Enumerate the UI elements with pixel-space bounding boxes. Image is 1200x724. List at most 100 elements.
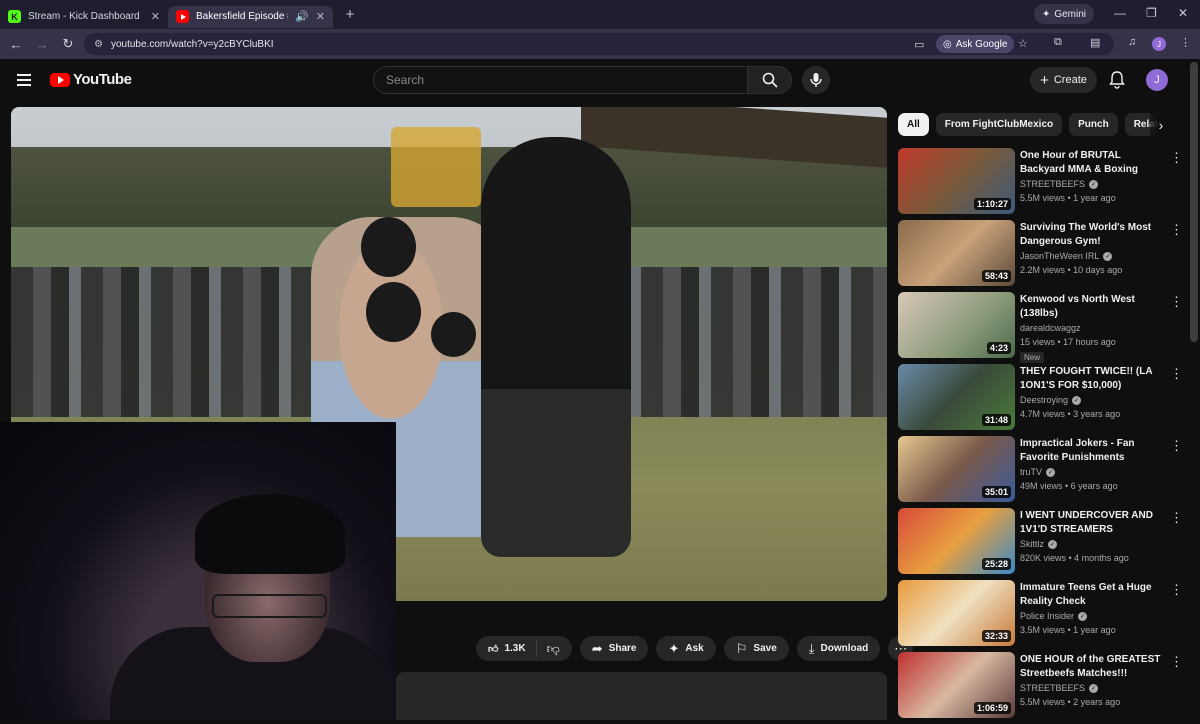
channel-name[interactable]: Police Insider xyxy=(1020,611,1074,621)
channel-name-row: STREETBEEFS ✓ xyxy=(1020,179,1099,189)
share-button[interactable]: ➦ Share xyxy=(579,636,649,661)
search-button[interactable] xyxy=(747,66,792,94)
browser-tab-bar: K Stream - Kick Dashboard ✕ Bakersfield … xyxy=(0,0,1200,29)
browser-profile-avatar[interactable]: J xyxy=(1152,37,1166,51)
chip-all[interactable]: All xyxy=(898,113,929,136)
video-title[interactable]: Immature Teens Get a Huge Reality Check xyxy=(1020,581,1165,609)
url-text[interactable]: youtube.com/watch?v=y2cBYCluBKI xyxy=(111,39,274,50)
youtube-logo[interactable]: YouTube xyxy=(50,71,132,88)
recommendation-item[interactable]: 4:23 Kenwood vs North West (138lbs) dare… xyxy=(898,292,1188,364)
more-options-icon[interactable]: ⋮ xyxy=(1170,294,1183,310)
address-bar[interactable]: ⚙ youtube.com/watch?v=y2cBYCluBKI ▭ ◎ As… xyxy=(84,33,1114,55)
reload-icon[interactable]: ↻ xyxy=(56,36,80,52)
channel-name[interactable]: STREETBEEFS xyxy=(1020,179,1085,189)
search-input[interactable]: Search xyxy=(373,66,748,94)
video-title[interactable]: I WENT UNDERCOVER AND 1V1'D STREAMERS xyxy=(1020,509,1165,537)
cast-icon[interactable]: ▭ xyxy=(914,38,924,51)
video-meta: 820K views • 4 months ago xyxy=(1020,553,1129,563)
close-tab-icon[interactable]: ✕ xyxy=(316,10,325,23)
like-button[interactable]: 👍︎ 1.3K xyxy=(476,640,537,657)
video-title[interactable]: Surviving The World's Most Dangerous Gym… xyxy=(1020,221,1165,249)
video-thumbnail[interactable]: 1:06:59 xyxy=(898,652,1015,718)
video-title[interactable]: One Hour of BRUTAL Backyard MMA & Boxing… xyxy=(1020,149,1165,177)
chip-punch[interactable]: Punch xyxy=(1069,113,1118,136)
save-button[interactable]: ⚐ Save xyxy=(723,636,789,661)
recommendation-item[interactable]: 32:33 Immature Teens Get a Huge Reality … xyxy=(898,580,1188,652)
channel-name[interactable]: JasonTheWeen IRL xyxy=(1020,251,1099,261)
dislike-button[interactable]: 👎︎ xyxy=(537,641,572,657)
more-options-icon[interactable]: ⋮ xyxy=(1170,150,1183,166)
video-duration: 25:28 xyxy=(981,558,1011,570)
more-options-icon[interactable]: ⋮ xyxy=(1170,366,1183,382)
ask-button[interactable]: ✦ Ask xyxy=(656,636,716,661)
video-thumbnail[interactable]: 58:43 xyxy=(898,220,1015,286)
create-button[interactable]: + Create xyxy=(1030,67,1097,93)
video-thumbnail[interactable]: 35:01 xyxy=(898,436,1015,502)
video-thumbnail[interactable]: 1:10:27 xyxy=(898,148,1015,214)
forward-icon[interactable]: → xyxy=(30,37,54,52)
lens-icon: ◎ xyxy=(943,38,952,50)
channel-name[interactable]: STREETBEEFS xyxy=(1020,683,1085,693)
audio-icon[interactable]: 🔊 xyxy=(295,10,309,23)
video-title[interactable]: Kenwood vs North West (138lbs) xyxy=(1020,293,1165,321)
video-thumbnail[interactable]: 31:48 xyxy=(898,364,1015,430)
media-control-icon[interactable]: ♫ xyxy=(1128,36,1136,48)
ask-label: Ask xyxy=(685,643,704,654)
verified-check-icon: ✓ xyxy=(1089,683,1099,693)
channel-name[interactable]: truTV xyxy=(1020,467,1042,477)
channel-name[interactable]: Deestroying xyxy=(1020,395,1068,405)
back-icon[interactable]: ← xyxy=(4,37,28,52)
more-options-icon[interactable]: ⋮ xyxy=(1170,438,1183,454)
minimize-button[interactable]: — xyxy=(1114,6,1126,20)
recommendation-item[interactable]: 1:10:27 One Hour of BRUTAL Backyard MMA … xyxy=(898,148,1188,220)
video-meta: 5.5M views • 2 years ago xyxy=(1020,697,1121,707)
verified-check-icon: ✓ xyxy=(1048,539,1058,549)
close-tab-icon[interactable]: ✕ xyxy=(151,10,160,23)
menu-icon[interactable] xyxy=(17,74,31,89)
chips-next-button[interactable]: › xyxy=(1150,113,1172,136)
video-duration: 1:06:59 xyxy=(973,702,1011,714)
voice-search-button[interactable] xyxy=(802,66,830,94)
extensions-icon[interactable]: ⧉ xyxy=(1054,36,1062,49)
channel-name[interactable]: darealdcwaggz xyxy=(1020,323,1081,333)
chip-from-channel[interactable]: From FightClubMexico xyxy=(935,113,1063,136)
video-thumbnail[interactable]: 4:23 xyxy=(898,292,1015,358)
kick-icon: K xyxy=(8,10,21,23)
more-options-icon[interactable]: ⋮ xyxy=(1170,510,1183,526)
video-title[interactable]: THEY FOUGHT TWICE!! (LA 1ON1'S FOR $10,0… xyxy=(1020,365,1165,393)
account-avatar[interactable]: J xyxy=(1146,69,1168,91)
description-box[interactable] xyxy=(396,672,887,720)
restore-button[interactable]: ❐ xyxy=(1146,6,1157,20)
video-thumbnail[interactable]: 25:28 xyxy=(898,508,1015,574)
gemini-button[interactable]: ✦ Gemini xyxy=(1034,4,1094,24)
recommendation-item[interactable]: 25:28 I WENT UNDERCOVER AND 1V1'D STREAM… xyxy=(898,508,1188,580)
site-info-icon[interactable]: ⚙ xyxy=(94,39,103,50)
notifications-bell-icon[interactable] xyxy=(1109,71,1125,89)
ask-google-button[interactable]: ◎ Ask Google xyxy=(936,35,1015,53)
chevron-right-icon: › xyxy=(1158,116,1164,133)
video-title[interactable]: Impractical Jokers - Fan Favorite Punish… xyxy=(1020,437,1165,465)
tab-kick-dashboard[interactable]: K Stream - Kick Dashboard ✕ xyxy=(0,6,168,28)
close-window-button[interactable]: ✕ xyxy=(1178,6,1188,20)
channel-name-row: Skittlz ✓ xyxy=(1020,539,1058,549)
boxing-glove xyxy=(361,217,416,277)
recommendation-item[interactable]: 58:43 Surviving The World's Most Dangero… xyxy=(898,220,1188,292)
more-options-icon[interactable]: ⋮ xyxy=(1170,582,1183,598)
browser-menu-icon[interactable]: ⋮ xyxy=(1180,36,1191,49)
bookmark-star-icon[interactable]: ☆ xyxy=(1018,37,1028,50)
thumbs-down-icon: 👎︎ xyxy=(546,640,560,656)
page-scrollbar[interactable] xyxy=(1190,62,1198,342)
new-tab-button[interactable]: + xyxy=(339,6,361,23)
recommendation-item[interactable]: 1:06:59 ONE HOUR of the GREATEST Streetb… xyxy=(898,652,1188,724)
more-options-icon[interactable]: ⋮ xyxy=(1170,654,1183,670)
video-title[interactable]: ONE HOUR of the GREATEST Streetbeefs Mat… xyxy=(1020,653,1165,681)
tab-youtube-video[interactable]: Bakersfield Episode #63 FC 🔊 ✕ xyxy=(168,5,333,28)
sidepanel-icon[interactable]: ▤ xyxy=(1090,36,1100,49)
video-thumbnail[interactable]: 32:33 xyxy=(898,580,1015,646)
recommendation-item[interactable]: 35:01 Impractical Jokers - Fan Favorite … xyxy=(898,436,1188,508)
more-options-icon[interactable]: ⋮ xyxy=(1170,222,1183,238)
download-button[interactable]: ⤓ Download xyxy=(796,636,881,661)
recommendation-item[interactable]: 31:48 THEY FOUGHT TWICE!! (LA 1ON1'S FOR… xyxy=(898,364,1188,436)
channel-name[interactable]: Skittlz xyxy=(1020,539,1044,549)
tab-title: Stream - Kick Dashboard xyxy=(28,11,140,22)
